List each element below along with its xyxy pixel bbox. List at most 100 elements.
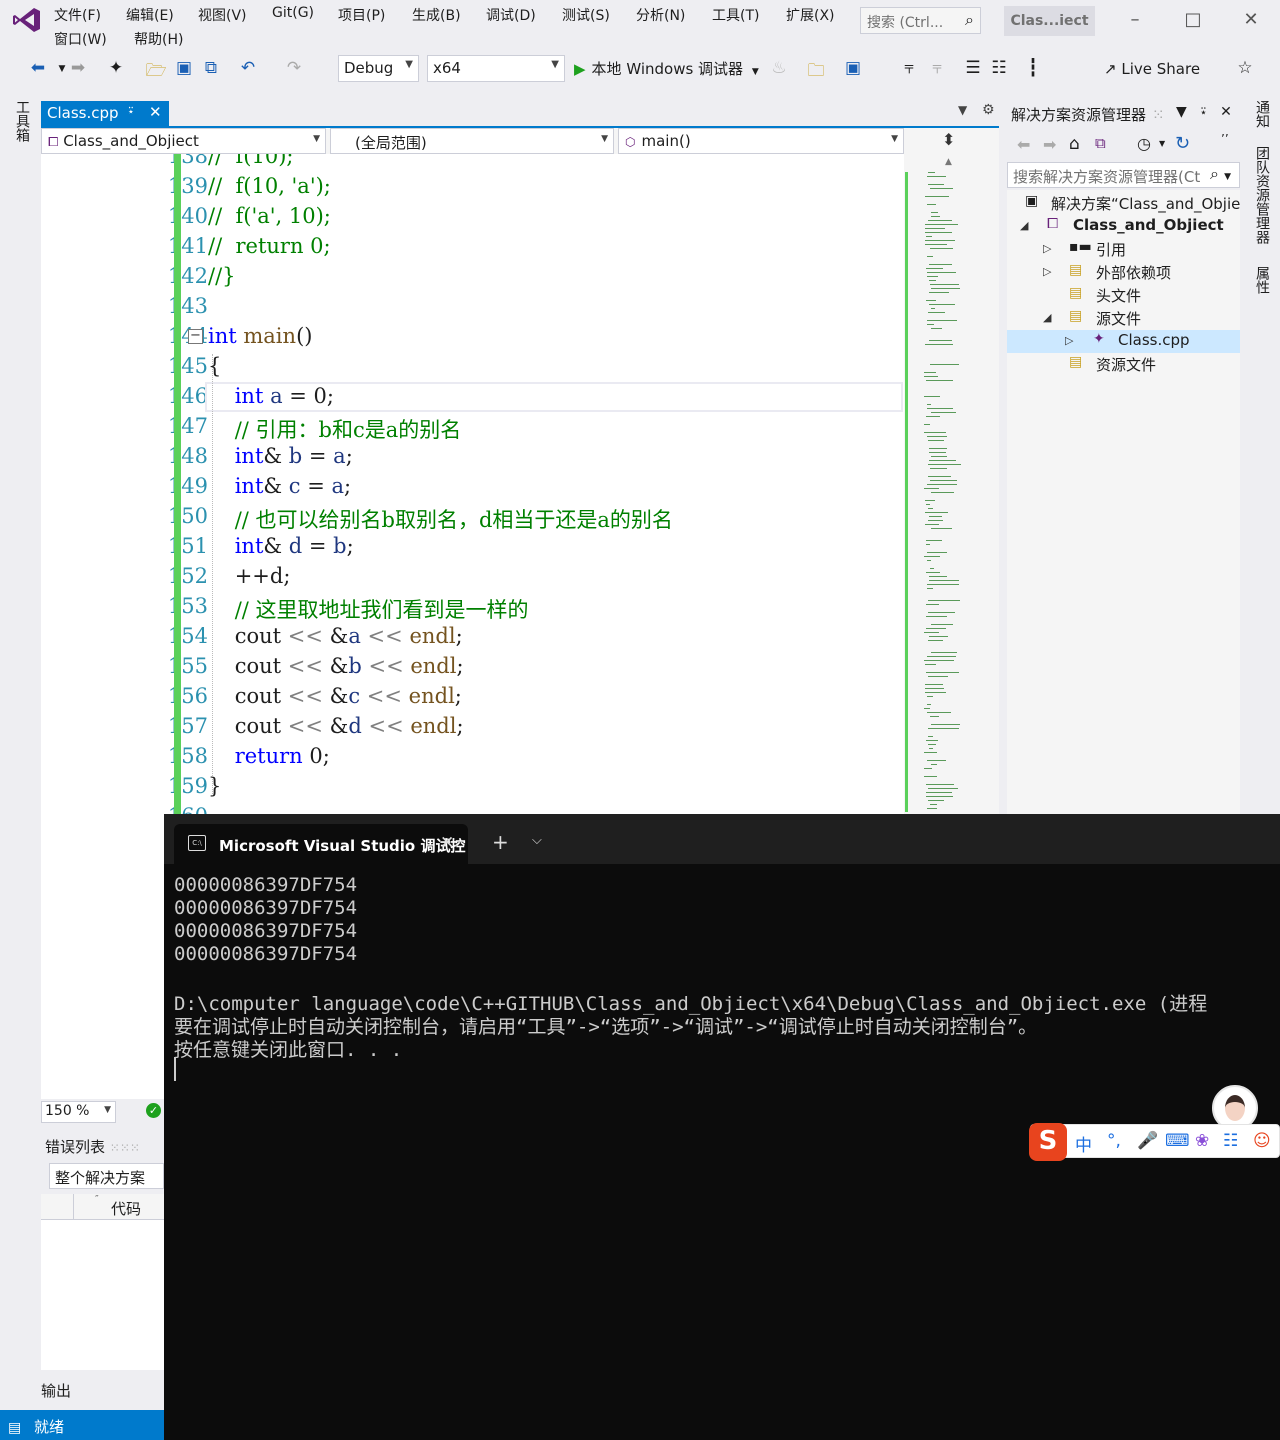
overflow-icon[interactable]: ’’ (1221, 132, 1229, 146)
chevron-down-icon[interactable]: ⌵ (532, 833, 542, 848)
config-dropdown[interactable]: Debug ▼ (338, 55, 419, 82)
no-issues-icon[interactable]: ✓ (146, 1103, 161, 1118)
code-line[interactable]: return 0; (208, 744, 330, 768)
code-line[interactable]: int& c = a; (208, 474, 351, 498)
tab-list-icon[interactable]: ▼ (958, 103, 967, 117)
code-line[interactable]: // f(10); (208, 154, 293, 168)
code-line[interactable]: cout << &d << endl; (208, 714, 464, 738)
tree-item-external-deps[interactable]: ▷ ▤ 外部依赖项 (1007, 261, 1240, 284)
collapsed-arrow-icon[interactable]: ▷ (1043, 242, 1051, 255)
keyboard-icon[interactable]: ⌨ (1165, 1131, 1190, 1151)
error-list-header[interactable]: 错误列表 ⁙⁙⁙ (41, 1133, 164, 1159)
chevron-down-icon[interactable]: ▼ (1159, 139, 1165, 148)
new-project-icon[interactable]: ✦ (105, 58, 127, 78)
step-out-icon[interactable]: ⫧ (926, 58, 948, 78)
properties-tab[interactable]: 属性 (1252, 266, 1272, 294)
platform-dropdown[interactable]: x64 ▼ (427, 55, 565, 82)
redo-icon[interactable]: ↷ (283, 58, 305, 78)
menu-file[interactable]: 文件(F) (54, 5, 101, 25)
code-line[interactable]: { (208, 354, 221, 378)
scroll-up-icon[interactable]: ▲ (945, 157, 952, 167)
tree-item-source-files[interactable]: ◢ ▤ 源文件 (1007, 307, 1240, 330)
window-menu-icon[interactable]: ▼ (1176, 104, 1187, 120)
solution-search-input[interactable]: 搜索解决方案资源管理器(Ct ⌕ ▼ (1007, 162, 1240, 188)
code-line[interactable]: //} (208, 264, 236, 288)
tree-item-references[interactable]: ▷ ▪▬ 引用 (1007, 238, 1240, 261)
close-icon[interactable]: ✕ (440, 833, 454, 853)
error-scope-dropdown[interactable]: 整个解决方案 (49, 1163, 164, 1189)
undo-icon[interactable]: ↶ (237, 58, 259, 78)
forward-icon[interactable]: ➡ (1043, 135, 1056, 154)
uncomment-icon[interactable]: ☷ (988, 58, 1010, 78)
code-line[interactable]: cout << &c << endl; (208, 684, 462, 708)
hot-reload-icon[interactable]: ♨ (768, 58, 790, 78)
code-line[interactable]: // 也可以给别名b取别名，d相当于还是a的别名 (208, 504, 673, 534)
member-dropdown[interactable]: ⬡ main() ▼ (618, 128, 904, 154)
collapsed-arrow-icon[interactable]: ▷ (1065, 334, 1073, 347)
code-line[interactable]: int main() (208, 324, 312, 348)
save-all-icon[interactable]: ⧉ (200, 58, 222, 78)
pending-changes-icon[interactable]: ◷ (1137, 134, 1151, 153)
toolbox-tab[interactable]: 工具箱 (12, 100, 32, 142)
scope-dropdown[interactable]: (全局范围) ▼ (330, 128, 614, 154)
ime-logo[interactable]: S (1029, 1123, 1067, 1161)
collapsed-arrow-icon[interactable]: ▷ (1043, 265, 1051, 278)
save-icon[interactable]: ▣ (173, 58, 195, 78)
search-input[interactable]: 搜索 (Ctrl... ⌕ (860, 7, 981, 34)
home-icon[interactable]: ⌂ (1069, 134, 1080, 154)
microphone-icon[interactable]: 🎤 (1137, 1131, 1158, 1151)
output-tab[interactable]: 输出 (41, 1380, 71, 1401)
tree-item-project[interactable]: ◢ ⧠ Class_and_Objiect (1007, 215, 1240, 238)
project-dropdown[interactable]: ⧠ Class_and_Objiect ▼ (41, 128, 326, 154)
close-window-icon[interactable]: ✕ (1236, 9, 1266, 30)
back-icon[interactable]: ⬅ (27, 58, 49, 78)
zoom-dropdown[interactable]: 150 % ▼ (41, 1101, 116, 1123)
code-line[interactable]: // 引用：b和c是a的别名 (208, 414, 462, 444)
open-folder-icon[interactable]: 🗁 (145, 58, 167, 87)
live-share-button[interactable]: ↗ Live Share (1104, 60, 1200, 78)
console-tab[interactable]: C:\ Microsoft Visual Studio 调试控 ✕ (174, 824, 468, 864)
comment-icon[interactable]: ☰ (962, 58, 984, 78)
team-explorer-tab[interactable]: 团队资源管理器 (1252, 146, 1272, 244)
switch-views-icon[interactable]: ⧉ (1095, 134, 1106, 152)
start-debugging-button[interactable]: ▶ 本地 Windows 调试器 ▼ (574, 58, 759, 79)
document-tab-class-cpp[interactable]: Class.cpp ⍣ ✕ (41, 101, 169, 127)
tree-item-class-cpp[interactable]: ▷ ✦ Class.cpp (1007, 330, 1240, 353)
pin-icon[interactable]: ⍣ (1199, 104, 1207, 120)
code-line[interactable]: int& d = b; (208, 534, 354, 558)
split-window-icon[interactable]: ⬍ (942, 130, 955, 149)
gear-icon[interactable]: ⚙ (982, 102, 995, 118)
code-line[interactable]: // return 0; (208, 234, 331, 258)
menu-project[interactable]: 项目(P) (338, 5, 385, 25)
browser-icon[interactable]: ▣ (842, 58, 864, 78)
code-line[interactable]: cout << &b << endl; (208, 654, 464, 678)
menu-build[interactable]: 生成(B) (412, 5, 461, 25)
close-icon[interactable]: ✕ (149, 103, 162, 121)
tree-item-header-files[interactable]: ▤ 头文件 (1007, 284, 1240, 307)
collapse-icon[interactable]: − (188, 329, 203, 344)
code-line[interactable]: cout << &a << endl; (208, 624, 463, 648)
menu-help[interactable]: 帮助(H) (134, 29, 183, 49)
close-icon[interactable]: ✕ (1220, 104, 1232, 120)
menu-extensions[interactable]: 扩展(X) (786, 5, 835, 25)
code-line[interactable]: ++d; (208, 564, 291, 588)
maximize-icon[interactable]: □ (1178, 9, 1208, 30)
code-line[interactable]: // f('a', 10); (208, 204, 331, 228)
feedback-icon[interactable]: ☆ (1234, 58, 1256, 78)
minimize-icon[interactable]: – (1120, 9, 1150, 30)
notifications-tab[interactable]: 通知 (1252, 100, 1272, 128)
menu-edit[interactable]: 编辑(E) (126, 5, 174, 25)
code-line[interactable]: // f(10, 'a'); (208, 174, 331, 198)
ime-language-toggle[interactable]: 中 (1075, 1131, 1092, 1156)
menu-view[interactable]: 视图(V) (198, 5, 247, 25)
forward-icon[interactable]: ➡ (67, 58, 89, 78)
new-tab-icon[interactable]: + (492, 830, 509, 854)
menu-git[interactable]: Git(G) (272, 5, 314, 21)
tree-item-resource-files[interactable]: ▤ 资源文件 (1007, 353, 1240, 376)
skin-icon[interactable]: ❀ (1195, 1131, 1209, 1151)
code-line[interactable]: // 这里取地址我们看到是一样的 (208, 594, 529, 624)
code-line[interactable]: } (208, 774, 221, 798)
toolbox-icon[interactable]: ☷ (1223, 1131, 1238, 1151)
menu-window[interactable]: 窗口(W) (54, 29, 107, 49)
tree-item-solution[interactable]: ▣ 解决方案“Class_and_Objiec (1007, 192, 1240, 215)
